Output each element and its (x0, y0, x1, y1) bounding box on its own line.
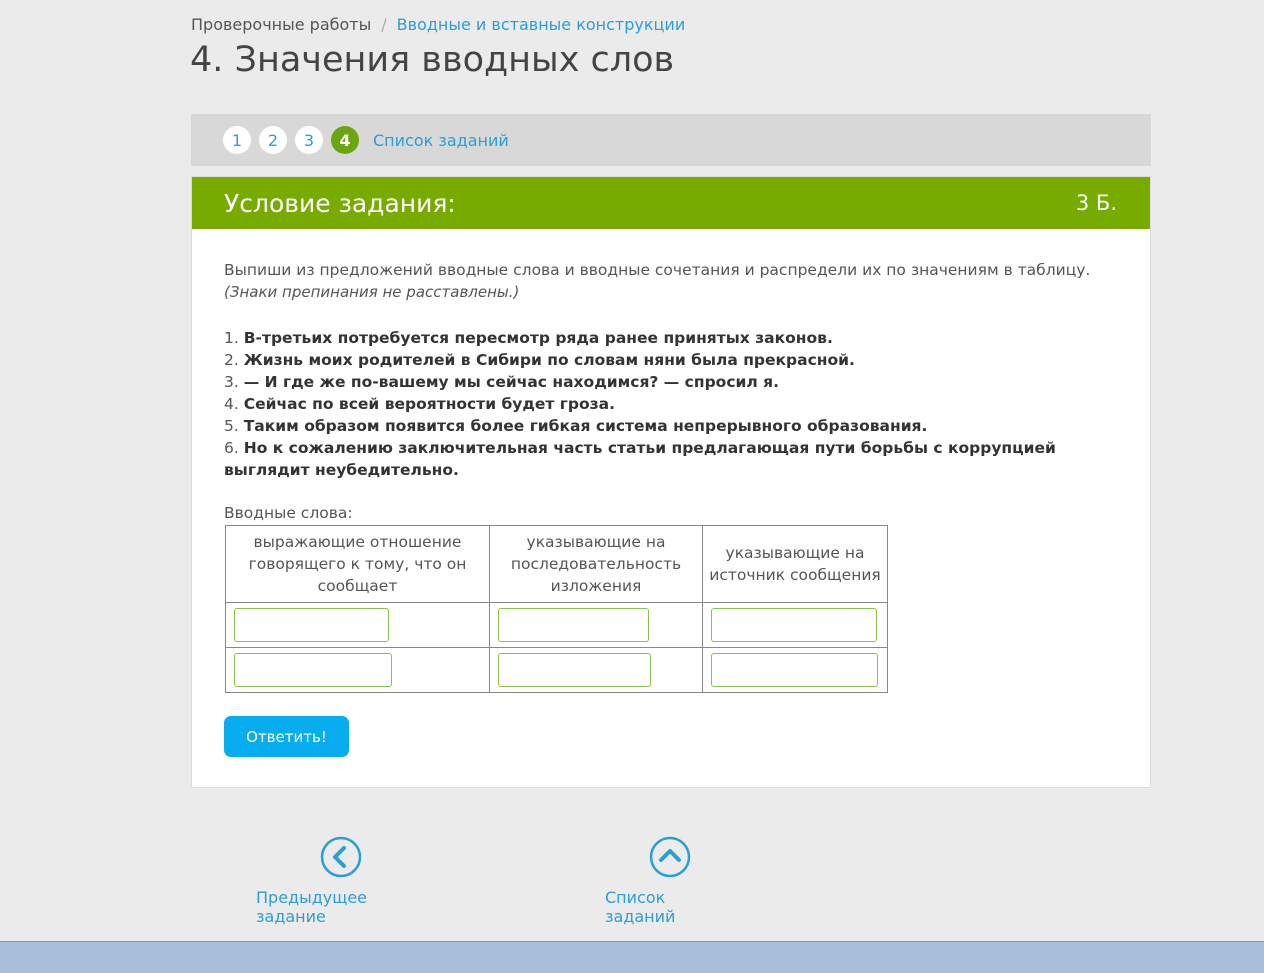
task-instruction: Выпиши из предложений вводные слова и вв… (224, 261, 1091, 279)
sentence-number: 6. (224, 439, 239, 457)
os-taskbar (0, 941, 1264, 973)
task-points: 3 Б. (1075, 191, 1117, 215)
sentence-item: 5. Таким образом появится более гибкая с… (224, 415, 1084, 437)
sentence-item: 3. — И где же по-вашему мы сейчас находи… (224, 371, 1084, 393)
table-row (225, 647, 888, 693)
sentence-item: 4. Сейчас по всей вероятности будет гроз… (224, 393, 1084, 415)
task-header: Условие задания: 3 Б. (192, 177, 1150, 229)
sentence-text: Но к сожалению заключительная часть стат… (224, 439, 1056, 479)
sentence-text: Сейчас по всей вероятности будет гроза. (243, 395, 616, 413)
sentence-text: Таким образом появится более гибкая сист… (243, 417, 928, 435)
breadcrumb: Проверочные работы / Вводные и вставные … (191, 15, 685, 34)
table-row (225, 602, 888, 648)
step-3-button[interactable]: 3 (295, 126, 323, 154)
task-card: Условие задания: 3 Б. Выпиши из предложе… (191, 176, 1151, 788)
table-cell (702, 647, 888, 693)
task-list-link[interactable]: Список заданий (373, 131, 509, 150)
table-cell (225, 647, 490, 693)
column-header-attitude: выражающие отношение говорящего к тому, … (225, 525, 490, 603)
breadcrumb-separator: / (381, 15, 387, 34)
task-header-title: Условие задания: (224, 188, 456, 218)
task-note: (Знаки препинания не расставлены.) (224, 283, 520, 301)
sentence-text: В-третьих потребуется пересмотр ряда ран… (243, 329, 833, 347)
table-cell (489, 647, 703, 693)
chevron-up-circle-icon (649, 836, 691, 878)
task-list-footer-link[interactable]: Список заданий (605, 836, 735, 926)
task-steps-bar: 1 2 3 4 Список заданий (191, 114, 1151, 166)
column-header-source: указывающие на источник сообщения (702, 525, 888, 603)
sentence-item: 6. Но к сожалению заключительная часть с… (224, 437, 1084, 481)
table-cell (225, 602, 490, 648)
answer-input-sequence-2[interactable] (498, 653, 651, 687)
sentence-number: 3. (224, 373, 239, 391)
sentence-text: — И где же по-вашему мы сейчас находимся… (243, 373, 779, 391)
sentence-item: 2. Жизнь моих родителей в Сибири по слов… (224, 349, 1084, 371)
task-list-footer-label: Список заданий (605, 888, 676, 926)
breadcrumb-parent: Проверочные работы (191, 15, 372, 34)
breadcrumb-current-link[interactable]: Вводные и вставные конструкции (397, 15, 686, 34)
answer-input-attitude-1[interactable] (234, 608, 389, 642)
sentence-number: 4. (224, 395, 239, 413)
answer-input-source-1[interactable] (711, 608, 877, 642)
step-2-button[interactable]: 2 (259, 126, 287, 154)
answer-input-source-2[interactable] (711, 653, 878, 687)
answer-table: выражающие отношение говорящего к тому, … (225, 525, 888, 693)
sentence-number: 1. (224, 329, 239, 347)
answer-input-sequence-1[interactable] (498, 608, 649, 642)
sentence-text: Жизнь моих родителей в Сибири по словам … (243, 351, 855, 369)
submit-answer-button[interactable]: Ответить! (224, 716, 349, 757)
table-label: Вводные слова: (224, 504, 353, 522)
sentence-item: 1. В-третьих потребуется пересмотр ряда … (224, 327, 1084, 349)
sentence-number: 2. (224, 351, 239, 369)
answer-input-attitude-2[interactable] (234, 653, 392, 687)
table-cell (489, 602, 703, 648)
sentence-list: 1. В-третьих потребуется пересмотр ряда … (224, 327, 1084, 481)
step-4-button[interactable]: 4 (331, 126, 359, 154)
table-cell (702, 602, 888, 648)
sentence-number: 5. (224, 417, 239, 435)
step-1-button[interactable]: 1 (223, 126, 251, 154)
previous-task-link[interactable]: Предыдущее задание (256, 836, 426, 926)
column-header-sequence: указывающие на последовательность изложе… (489, 525, 703, 603)
page-title: 4. Значения вводных слов (190, 40, 675, 80)
previous-task-label: Предыдущее задание (256, 888, 368, 926)
chevron-left-circle-icon (320, 836, 362, 878)
